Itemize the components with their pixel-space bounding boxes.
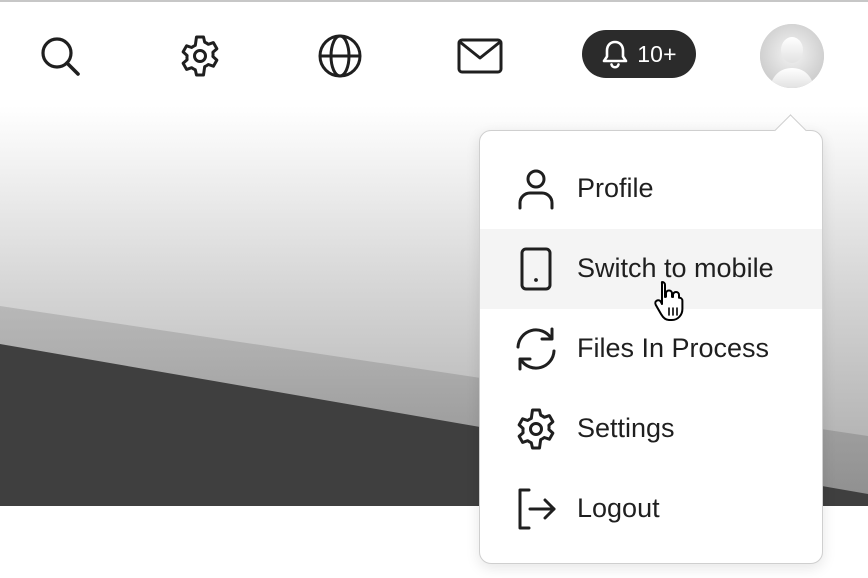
mail-icon [457,38,503,74]
gear-icon [181,35,219,77]
user-avatar-icon [760,24,824,88]
search-icon [41,37,80,76]
top-bar: 10+ [0,2,868,106]
menu-item-switch-to-mobile[interactable]: Switch to mobile [480,229,822,309]
notification-count: 10+ [637,40,677,67]
menu-item-label: Profile [577,173,654,203]
search-button[interactable] [36,32,84,80]
menu-item-label: Logout [577,493,660,523]
menu-item-label: Files In Process [577,333,770,363]
menu-item-settings[interactable]: Settings [480,389,822,469]
menu-item-profile[interactable]: Profile [480,149,822,229]
refresh-icon [510,325,562,373]
gear-icon [510,405,562,453]
messages-button[interactable] [456,32,504,80]
notifications-button[interactable]: 10+ [582,30,696,78]
globe-icon [318,34,362,78]
menu-item-files-in-process[interactable]: Files In Process [480,309,822,389]
avatar[interactable] [760,24,824,88]
menu-caret-mask [772,132,808,144]
user-dropdown-menu: Profile Switch to mobile Files In Proces… [479,130,823,564]
menu-item-label: Switch to mobile [577,253,774,283]
language-button[interactable] [316,32,364,80]
mobile-icon [510,245,562,293]
logout-icon [510,485,562,533]
person-icon [510,165,562,213]
menu-item-label: Settings [577,413,675,443]
settings-button[interactable] [176,32,224,80]
menu-item-logout[interactable]: Logout [480,469,822,549]
bell-icon [602,40,628,69]
